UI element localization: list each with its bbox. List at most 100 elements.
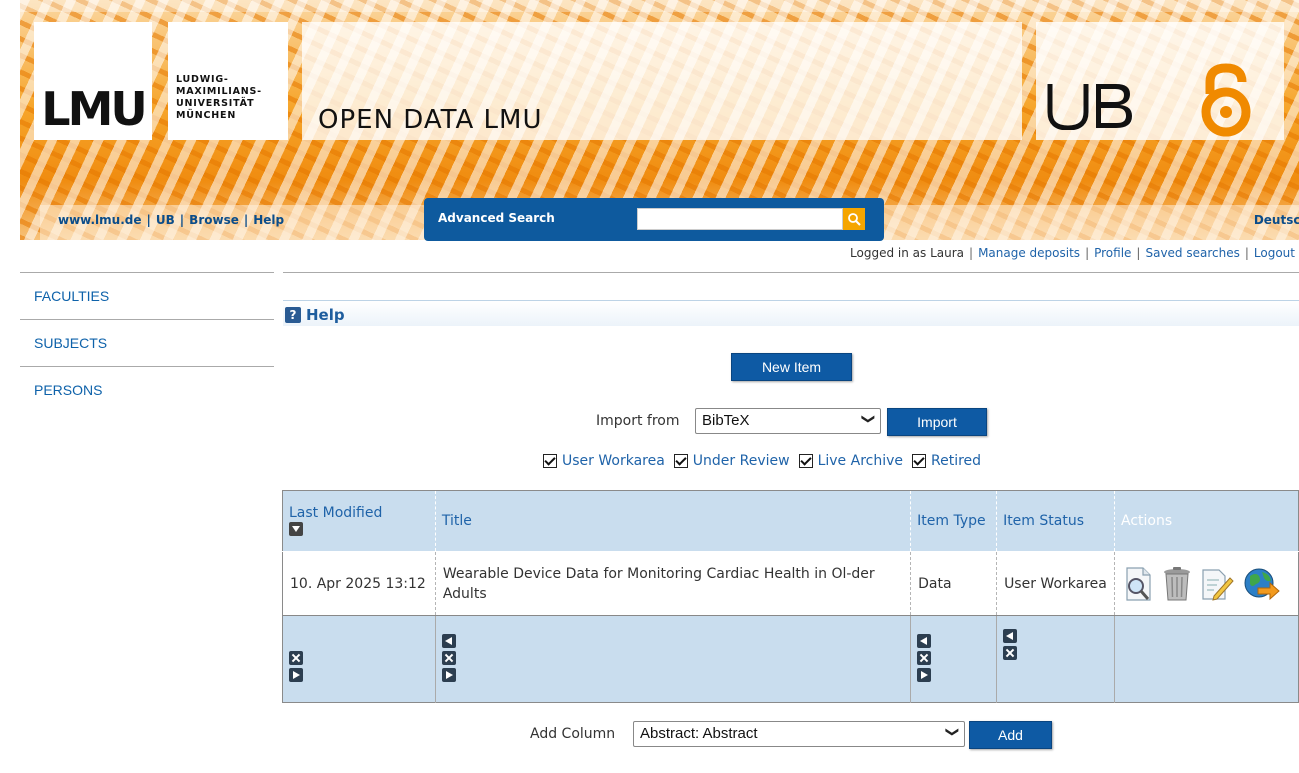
action-icons <box>1122 566 1291 602</box>
university-line: MAXIMILIANS- <box>176 86 262 97</box>
move-right-icon[interactable] <box>289 668 303 682</box>
university-line: MÜNCHEN <box>176 110 237 121</box>
filter-live-archive[interactable]: Live Archive <box>798 453 903 469</box>
table-header-row: Last Modified Title Item Type Item Statu… <box>282 490 1299 552</box>
university-line: UNIVERSITÄT <box>176 98 255 109</box>
checkbox-checked[interactable] <box>798 454 813 468</box>
import-button[interactable]: Import <box>887 408 987 436</box>
language-switch[interactable]: Deutsch <box>1254 213 1299 227</box>
nav-separator: | <box>243 213 249 227</box>
nav-link-ub[interactable]: UB <box>156 213 175 227</box>
chevron-down-icon: ❯ <box>945 726 961 738</box>
edit-icon[interactable] <box>1200 566 1234 602</box>
lmu-wordmark: LMU <box>41 82 147 136</box>
filter-user-workarea[interactable]: User Workarea <box>543 453 665 469</box>
top-nav-links: www.lmu.de | UB | Browse | Help <box>58 213 284 227</box>
filter-retired[interactable]: Retired <box>912 453 981 469</box>
controls-item-status <box>996 615 1115 703</box>
filter-label[interactable]: Under Review <box>693 453 790 469</box>
column-header-title[interactable]: Title <box>435 490 912 552</box>
cell-item-type: Data <box>910 551 998 616</box>
column-header-label[interactable]: Last Modified <box>289 505 429 521</box>
lmu-logo[interactable]: LMU <box>34 22 152 140</box>
help-label[interactable]: Help <box>306 306 345 324</box>
delete-icon[interactable] <box>1162 566 1192 602</box>
controls-item-type <box>910 615 998 703</box>
status-filters: User Workarea Under Review Live Archive … <box>543 453 990 469</box>
cell-title: Wearable Device Data for Monitoring Card… <box>435 551 912 616</box>
ub-logo[interactable] <box>1044 82 1154 134</box>
move-right-icon[interactable] <box>441 668 456 682</box>
search-input[interactable] <box>637 208 843 230</box>
sidebar-item-subjects[interactable]: SUBJECTS <box>20 319 274 366</box>
filter-under-review[interactable]: Under Review <box>673 453 790 469</box>
ub-logo-block <box>1036 22 1284 140</box>
site-title-block: OPEN DATA LMU <box>302 22 1022 140</box>
controls-title <box>435 615 912 703</box>
move-left-icon[interactable] <box>1003 629 1018 643</box>
table-row: 10. Apr 2025 13:12 Wearable Device Data … <box>282 551 1299 616</box>
checkbox-checked[interactable] <box>673 454 688 468</box>
column-header-item-type[interactable]: Item Type <box>910 490 998 552</box>
chevron-down-icon: ❯ <box>861 413 877 425</box>
filter-label[interactable]: Live Archive <box>818 453 903 469</box>
column-header-item-status[interactable]: Item Status <box>996 490 1115 552</box>
university-line: LUDWIG- <box>176 74 229 85</box>
sort-descending-icon[interactable] <box>289 522 303 536</box>
column-header-last-modified[interactable]: Last Modified <box>282 490 436 552</box>
banner-strip <box>20 0 1299 12</box>
userbar-separator: | <box>1085 246 1090 260</box>
deposit-icon[interactable] <box>1242 566 1280 602</box>
logout-link[interactable]: Logout <box>1254 246 1295 260</box>
nav-separator: | <box>146 213 151 227</box>
checkbox-checked[interactable] <box>543 454 557 468</box>
add-column-select[interactable]: Abstract: Abstract ❯ <box>633 721 965 747</box>
sidebar: FACULTIES SUBJECTS PERSONS <box>20 272 274 413</box>
remove-column-icon[interactable] <box>1003 646 1018 660</box>
import-format-select[interactable]: BibTeX ❯ <box>695 408 881 434</box>
move-left-icon[interactable] <box>917 634 932 648</box>
sidebar-item-faculties[interactable]: FACULTIES <box>20 272 274 319</box>
checkbox-checked[interactable] <box>912 454 926 468</box>
view-icon[interactable] <box>1124 566 1154 602</box>
search-button[interactable] <box>843 208 865 230</box>
site-title[interactable]: OPEN DATA LMU <box>318 105 542 135</box>
saved-searches-link[interactable]: Saved searches <box>1145 246 1239 260</box>
help-icon[interactable]: ? <box>285 306 301 323</box>
new-item-button[interactable]: New Item <box>731 353 852 381</box>
nav-separator: | <box>179 213 185 227</box>
userbar-separator: | <box>1136 246 1141 260</box>
profile-link[interactable]: Profile <box>1094 246 1131 260</box>
add-column-button[interactable]: Add <box>969 721 1052 749</box>
controls-actions <box>1114 615 1299 703</box>
remove-column-icon[interactable] <box>441 651 456 665</box>
user-bar: Logged in as Laura | Manage deposits | Profi… <box>850 246 1295 260</box>
manage-deposits-link[interactable]: Manage deposits <box>978 246 1080 260</box>
advanced-search-link[interactable]: Advanced Search <box>438 211 555 225</box>
add-column-value: Abstract: Abstract <box>640 725 758 742</box>
cell-actions <box>1114 551 1299 616</box>
column-header-actions: Actions <box>1114 490 1299 552</box>
university-name-block: LUDWIG- MAXIMILIANS- UNIVERSITÄT MÜNCHEN <box>168 22 288 140</box>
search-panel: Advanced Search <box>424 198 884 241</box>
import-from-label: Import from <box>596 413 680 429</box>
cell-last-modified: 10. Apr 2025 13:12 <box>282 551 436 616</box>
main-divider <box>283 272 1299 273</box>
remove-column-icon[interactable] <box>917 651 932 665</box>
items-table: Last Modified Title Item Type Item Statu… <box>282 490 1299 703</box>
userbar-separator: | <box>1244 246 1249 260</box>
move-left-icon[interactable] <box>441 634 456 648</box>
logged-in-label: Logged in as Laura <box>850 246 965 260</box>
nav-link-help[interactable]: Help <box>253 213 284 227</box>
add-column-label: Add Column <box>530 726 616 742</box>
filter-label[interactable]: Retired <box>931 453 981 469</box>
nav-link-browse[interactable]: Browse <box>189 213 239 227</box>
help-bar: ? Help <box>283 300 1299 326</box>
sidebar-item-persons[interactable]: PERSONS <box>20 366 274 413</box>
nav-link-lmu[interactable]: www.lmu.de <box>58 213 142 227</box>
filter-label[interactable]: User Workarea <box>562 453 665 469</box>
column-controls-row <box>282 615 1299 703</box>
open-access-icon <box>1196 62 1256 142</box>
move-right-icon[interactable] <box>917 668 932 682</box>
remove-column-icon[interactable] <box>289 651 303 665</box>
